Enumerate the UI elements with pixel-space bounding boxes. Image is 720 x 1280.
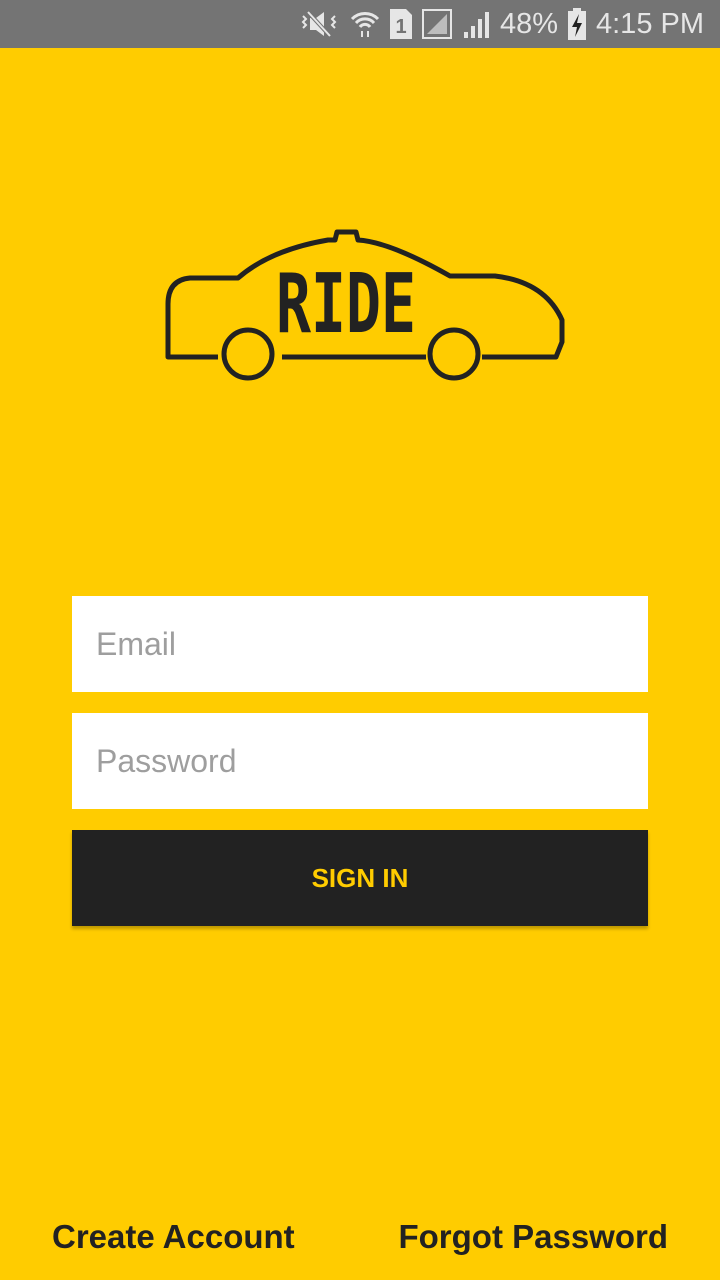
forgot-password-link[interactable]: Forgot Password: [398, 1218, 668, 1256]
status-bar: 1 48% 4:15 PM: [0, 0, 720, 48]
sign-in-button[interactable]: SIGN IN: [72, 830, 648, 926]
signal-icon: [421, 9, 452, 39]
wifi-icon: [350, 9, 380, 39]
sim-icon: 1: [389, 9, 412, 39]
svg-text:RIDE: RIDE: [276, 257, 416, 352]
email-input[interactable]: [72, 596, 648, 692]
battery-percent: 48%: [499, 7, 558, 40]
mute-vibrate-icon: [300, 10, 340, 38]
signal-icon: [462, 10, 490, 38]
svg-text:1: 1: [395, 16, 406, 38]
create-account-link[interactable]: Create Account: [52, 1218, 295, 1256]
password-input[interactable]: [72, 713, 648, 809]
clock: 4:15 PM: [596, 7, 704, 40]
battery-charging-icon: [568, 8, 586, 40]
ride-taxi-logo: RIDE: [165, 229, 565, 381]
